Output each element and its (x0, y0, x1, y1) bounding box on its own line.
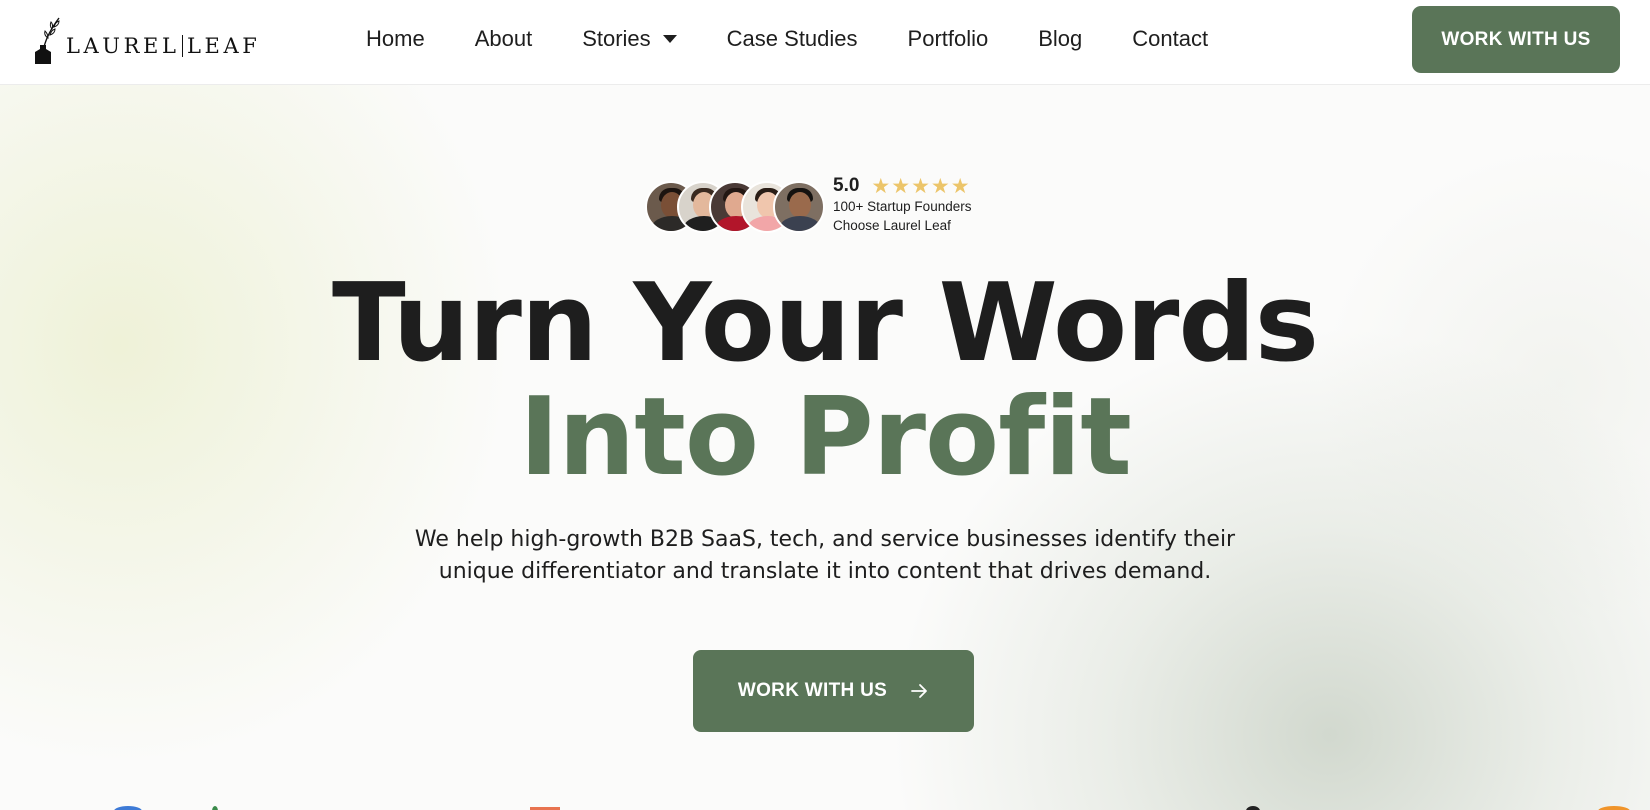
founder-avatars (645, 179, 825, 235)
nav-item-case-studies[interactable]: Case Studies (727, 26, 858, 52)
arrow-icon (909, 681, 929, 701)
rating-line-1: 100+ Startup Founders (833, 199, 972, 214)
client-logo (1598, 806, 1630, 810)
nav-item-about[interactable]: About (475, 26, 533, 52)
nav-item-portfolio[interactable]: Portfolio (908, 26, 989, 52)
site-header: LAUREL LEAF Home About Stories Case Stud… (0, 0, 1650, 85)
chevron-down-icon (662, 35, 677, 43)
brand-logo[interactable]: LAUREL LEAF (32, 14, 260, 64)
brand-separator (181, 35, 183, 57)
hero-title-line-1: Turn Your Words (331, 261, 1319, 386)
cta-label: WORK WITH US (737, 680, 888, 701)
rating-line-2: Choose Laurel Leaf (833, 218, 951, 233)
nav-item-home[interactable]: Home (366, 26, 425, 52)
hero-subtitle: We help high-growth B2B SaaS, tech, and … (0, 524, 1650, 588)
brand-name-right: LEAF (187, 34, 261, 58)
star-icon: ★★★★★ (871, 174, 971, 198)
brand-wordmark: LAUREL LEAF (66, 34, 260, 58)
client-logo (1246, 806, 1260, 810)
hero-subtitle-line-2: unique differentiator and translate it i… (438, 559, 1212, 584)
client-logo (114, 806, 142, 810)
rating-score-row: 5.0 ★★★★★ (833, 175, 971, 197)
hero-subtitle-line-1: We help high-growth B2B SaaS, tech, and … (414, 527, 1236, 552)
rating-score: 5.0 (833, 175, 860, 196)
brand-name-left: LAUREL (66, 34, 180, 58)
quill-inkwell-icon (32, 14, 64, 64)
nav-item-blog[interactable]: Blog (1038, 26, 1082, 52)
hero-title-line-2: Into Profit (519, 375, 1132, 500)
work-with-us-cta-button[interactable]: WORK WITH US (693, 650, 974, 732)
work-with-us-header-button[interactable]: WORK WITH US (1412, 6, 1620, 73)
main-nav: Home About Stories Case Studies Portfoli… (366, 24, 1208, 54)
social-proof: 5.0 ★★★★★ 100+ Startup Founders Choose L… (645, 175, 971, 235)
nav-item-contact[interactable]: Contact (1132, 26, 1208, 52)
rating-info: 5.0 ★★★★★ 100+ Startup Founders Choose L… (833, 175, 971, 235)
nav-item-stories[interactable]: Stories (582, 26, 677, 52)
avatar (773, 181, 825, 233)
client-logo (212, 806, 218, 810)
nav-item-stories-label: Stories (582, 26, 651, 51)
